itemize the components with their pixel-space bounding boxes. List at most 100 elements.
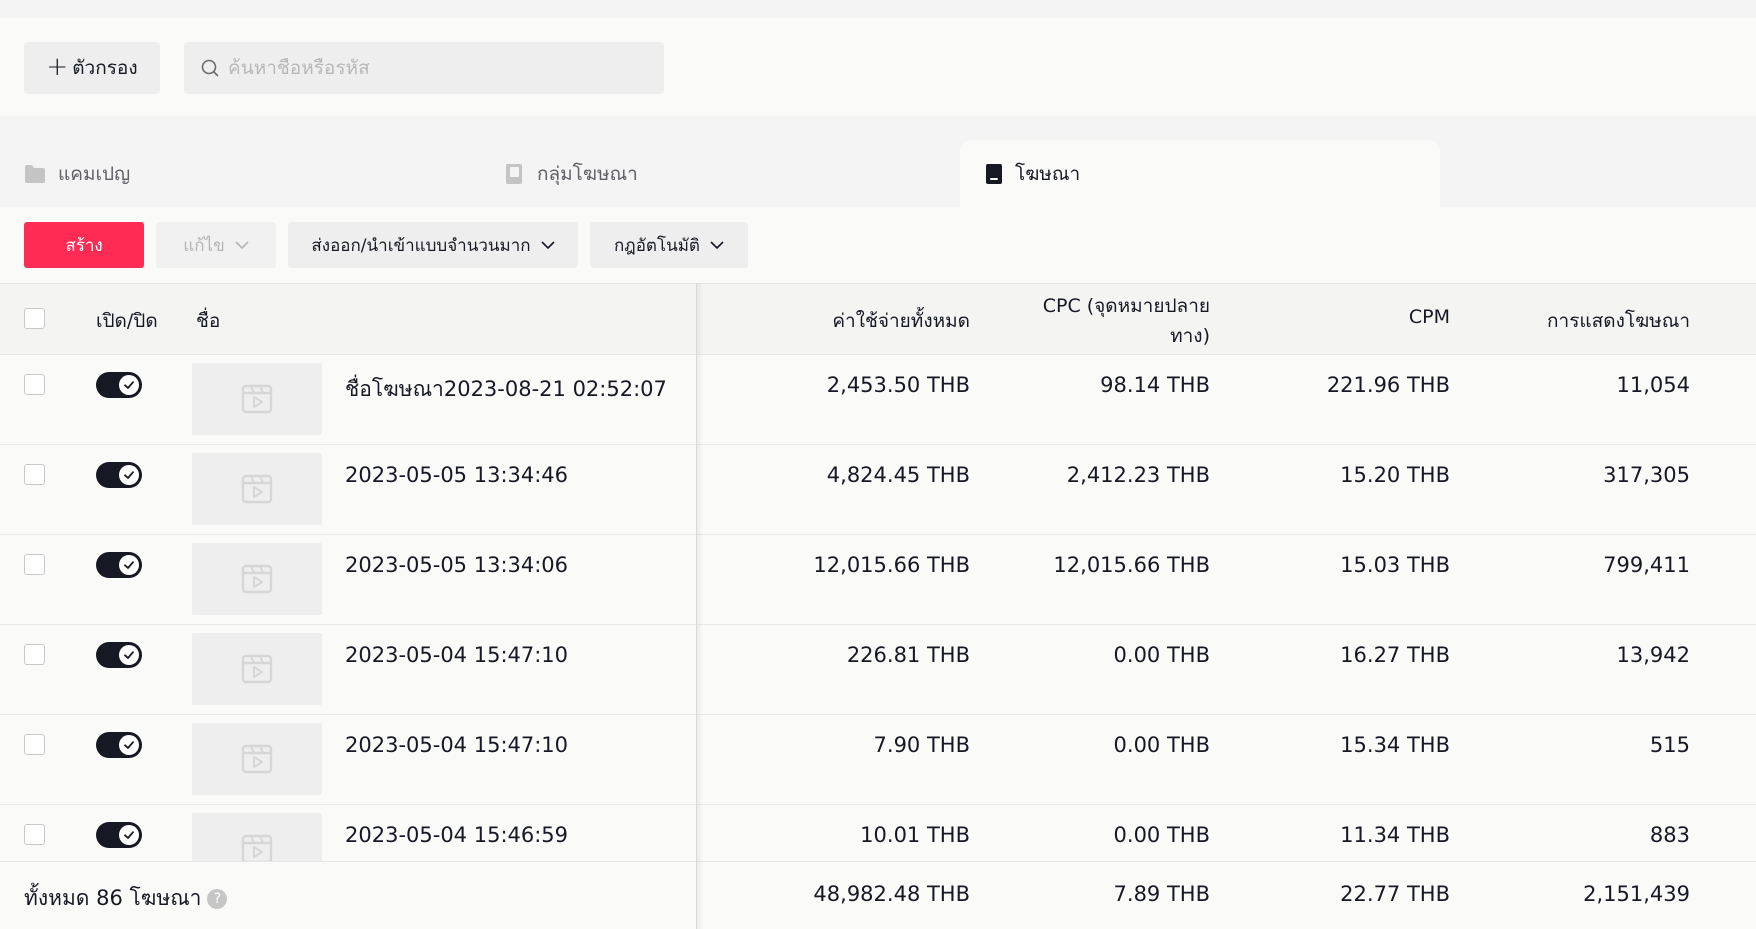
frozen-column-divider [696,283,697,929]
toggle-knob [119,735,139,755]
search-icon [201,59,219,77]
ad-status-toggle[interactable] [96,372,142,398]
table-row[interactable]: 2023-05-04 15:47:10 226.81 THB 0.00 THB 16.… [0,625,1756,715]
row-checkbox[interactable] [24,554,45,575]
column-header-total-cost[interactable]: ค่าใช้จ่ายทั้งหมด [760,306,970,336]
ad-cpm: 11.34 THB [1340,823,1450,847]
ad-group-icon [506,163,522,184]
total-count-label: ทั้งหมด 86 โฆษณา [24,886,202,910]
total-cpc: 7.89 THB [1113,882,1210,906]
check-icon [124,561,134,569]
column-header-impressions[interactable]: การแสดงโฆษณา [1450,306,1690,336]
ad-name[interactable]: 2023-05-04 15:47:10 [345,733,568,757]
ad-total-cost: 10.01 THB [860,823,970,847]
folder-icon [25,164,45,183]
toggle-knob [119,375,139,395]
ad-thumbnail[interactable] [192,543,322,615]
ad-thumbnail[interactable] [192,633,322,705]
table-body: ชื่อโฆษณา2023-08-21 02:52:07 2,453.50 THB… [0,355,1756,867]
select-all-checkbox[interactable] [24,308,45,329]
column-header-cpm[interactable]: CPM [1250,306,1450,328]
column-header-cpc-line2: ทาง) [1170,325,1210,347]
ad-total-cost: 2,453.50 THB [826,373,970,397]
ad-name[interactable]: 2023-05-04 15:47:10 [345,643,568,667]
table-row[interactable]: 2023-05-05 13:34:46 4,824.45 THB 2,412.23 … [0,445,1756,535]
ad-status-toggle[interactable] [96,462,142,488]
check-icon [124,381,134,389]
tab-campaign[interactable]: แคมเปญ [24,140,130,207]
search-input[interactable] [228,57,658,79]
tab-ad[interactable]: โฆษณา [960,140,1440,207]
ad-cpm: 15.34 THB [1340,733,1450,757]
total-count: ทั้งหมด 86 โฆษณา? [24,882,228,915]
tab-campaign-label: แคมเปญ [58,162,131,185]
tab-ad-label: โฆษณา [1015,162,1081,185]
ad-thumbnail[interactable] [192,453,322,525]
total-cost-sum: 48,982.48 THB [813,882,970,906]
create-label: สร้าง [65,235,103,256]
ad-thumbnail[interactable] [192,363,322,435]
create-button[interactable]: สร้าง [24,222,144,268]
video-placeholder-icon [241,564,273,594]
ad-impressions: 317,305 [1603,463,1690,487]
toggle-knob [119,555,139,575]
ad-impressions: 515 [1649,733,1690,757]
search-box[interactable] [184,42,664,94]
ad-total-cost: 7.90 THB [873,733,970,757]
row-checkbox[interactable] [24,464,45,485]
ad-name[interactable]: 2023-05-05 13:34:06 [345,553,568,577]
plus-icon: + [46,51,69,82]
ad-status-toggle[interactable] [96,732,142,758]
total-cpm: 22.77 THB [1340,882,1450,906]
ad-cpc: 0.00 THB [1113,823,1210,847]
chevron-down-icon [235,240,249,249]
toggle-knob [119,825,139,845]
ad-cpc: 12,015.66 THB [1053,553,1210,577]
chevron-down-icon [710,240,724,249]
tab-ad-group-label: กลุ่มโฆษณา [537,162,638,185]
column-header-toggle[interactable]: เปิด/ปิด [96,306,158,336]
ad-cpm: 15.20 THB [1340,463,1450,487]
ad-status-toggle[interactable] [96,822,142,848]
row-checkbox[interactable] [24,734,45,755]
ad-total-cost: 4,824.45 THB [826,463,970,487]
row-checkbox[interactable] [24,644,45,665]
ad-name[interactable]: ชื่อโฆษณา2023-08-21 02:52:07 [345,373,667,406]
ad-status-toggle[interactable] [96,552,142,578]
table-row[interactable]: ชื่อโฆษณา2023-08-21 02:52:07 2,453.50 THB… [0,355,1756,445]
check-icon [124,651,134,659]
ad-cpc: 0.00 THB [1113,643,1210,667]
check-icon [124,741,134,749]
filter-bar: + ตัวกรอง [0,18,1756,116]
table-row[interactable]: 2023-05-04 15:46:59 10.01 THB 0.00 THB 11.3… [0,805,1756,867]
ad-thumbnail[interactable] [192,723,322,795]
ad-thumbnail[interactable] [192,813,322,867]
table-row[interactable]: 2023-05-04 15:47:10 7.90 THB 0.00 THB 15.34… [0,715,1756,805]
ad-name[interactable]: 2023-05-04 15:46:59 [345,823,568,847]
column-header-name[interactable]: ชื่อ [196,306,220,336]
toggle-knob [119,645,139,665]
table-header: เปิด/ปิด ชื่อ ค่าใช้จ่ายทั้งหมด CPC (จุด… [0,283,1756,355]
bulk-export-import-button[interactable]: ส่งออก/นำเข้าแบบจำนวนมาก [288,222,578,268]
check-icon [124,831,134,839]
toolbar: สร้าง แก้ไข ส่งออก/นำเข้าแบบจำนวนมาก กฎอ… [0,207,1756,283]
automated-rules-button[interactable]: กฎอัตโนมัติ [590,222,748,268]
table-row[interactable]: 2023-05-05 13:34:06 12,015.66 THB 12,015.6… [0,535,1756,625]
ad-total-cost: 12,015.66 THB [813,553,970,577]
bulk-export-import-label: ส่งออก/นำเข้าแบบจำนวนมาก [311,235,531,256]
ad-cpm: 16.27 THB [1340,643,1450,667]
ad-impressions: 799,411 [1603,553,1690,577]
ad-impressions: 883 [1649,823,1690,847]
tab-ad-group[interactable]: กลุ่มโฆษณา [505,140,638,207]
ad-name[interactable]: 2023-05-05 13:34:46 [345,463,568,487]
ad-cpc: 0.00 THB [1113,733,1210,757]
help-icon[interactable]: ? [207,889,228,909]
row-checkbox[interactable] [24,824,45,845]
video-placeholder-icon [241,474,273,504]
add-filter-button[interactable]: + ตัวกรอง [24,42,160,94]
row-checkbox[interactable] [24,374,45,395]
column-header-cpc[interactable]: CPC (จุดหมายปลาย ทาง) [970,291,1210,351]
ad-status-toggle[interactable] [96,642,142,668]
edit-button[interactable]: แก้ไข [156,222,276,268]
ad-cpc: 98.14 THB [1100,373,1210,397]
